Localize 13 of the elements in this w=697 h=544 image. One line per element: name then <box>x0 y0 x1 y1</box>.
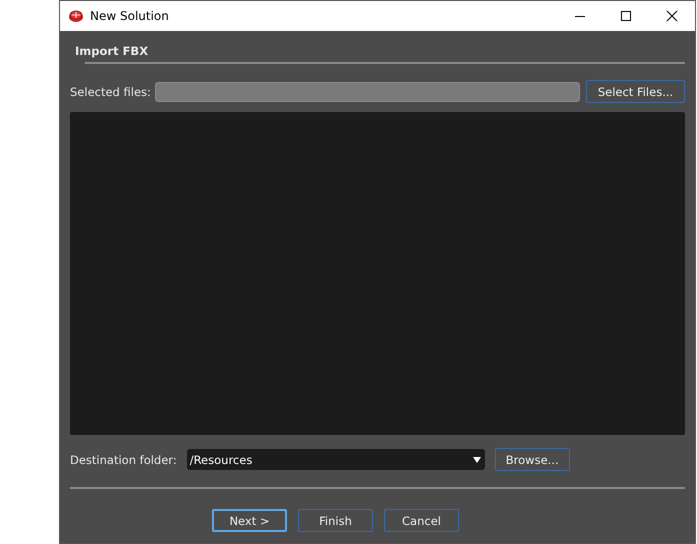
field-label: Selected files: <box>70 84 151 98</box>
section-title: Import FBX <box>75 44 150 58</box>
app-logo-icon <box>68 8 84 24</box>
field-label: Destination folder: <box>70 452 177 466</box>
dialog-button[interactable]: Finish <box>298 509 373 532</box>
window-title: New Solution <box>90 9 170 23</box>
browse-button[interactable]: Browse... <box>494 448 570 471</box>
destination-dropdown[interactable]: /Resources <box>186 449 485 470</box>
dialog-button[interactable]: Cancel <box>384 509 459 532</box>
dialog-button[interactable]: Next > <box>212 509 287 532</box>
dropdown-caret-icon <box>472 456 481 462</box>
select-files-button[interactable]: Select Files... <box>586 80 685 103</box>
selected-files-field[interactable] <box>154 82 580 102</box>
